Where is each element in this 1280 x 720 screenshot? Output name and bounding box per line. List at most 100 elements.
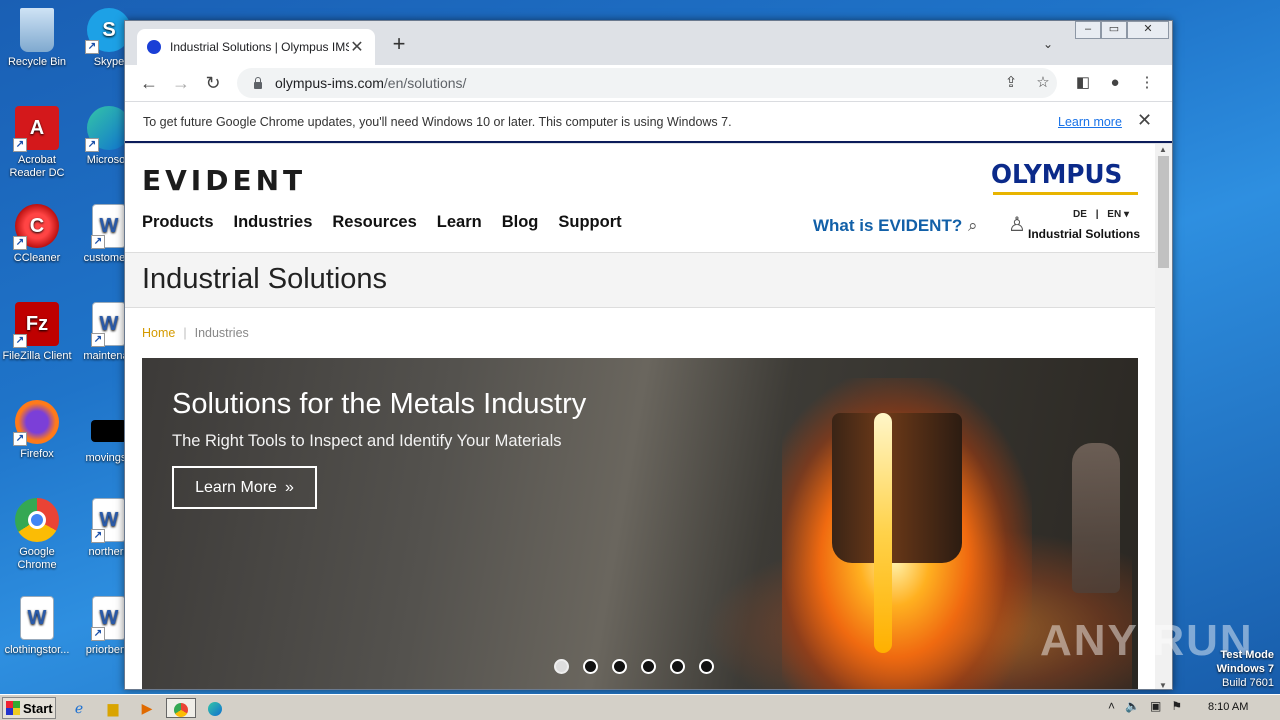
word-document-icon: W ↗ bbox=[91, 204, 126, 249]
share-icon[interactable]: ⇪ bbox=[999, 71, 1023, 95]
carousel-dot[interactable] bbox=[699, 659, 714, 674]
desktop-icon-firefox[interactable]: ↗ Firefox bbox=[0, 400, 74, 461]
taskbar: Start ℯ ▆ ▶ ˄ 🔈 ▣ ⚑ 8:10 AM bbox=[0, 694, 1280, 720]
scroll-up-icon[interactable]: ▲ bbox=[1159, 145, 1167, 154]
desktop-icon-label: clothingstor... bbox=[4, 644, 70, 656]
tab-search-icon[interactable]: ⌄ bbox=[1043, 37, 1053, 51]
scrollbar-thumb[interactable] bbox=[1158, 156, 1169, 268]
forward-arrow-icon[interactable]: → bbox=[168, 70, 194, 96]
ccleaner-icon: C ↗ bbox=[13, 204, 59, 250]
profile-icon[interactable]: ● bbox=[1103, 71, 1127, 95]
nav-products[interactable]: Products bbox=[142, 213, 214, 232]
lang-separator: | bbox=[1095, 209, 1099, 220]
nav-resources[interactable]: Resources bbox=[332, 213, 416, 232]
windows-version-line: Windows 7 bbox=[1216, 663, 1274, 675]
desktop-icon-ccleaner[interactable]: C ↗ CCleaner bbox=[0, 204, 74, 265]
breadcrumb-current: Industries bbox=[194, 326, 249, 340]
favicon-icon bbox=[147, 40, 161, 54]
desktop-icon-acrobat[interactable]: A ↗ Acrobat Reader DC bbox=[0, 106, 74, 180]
tab-strip: Industrial Solutions | Olympus IMS ✕ + ⌄… bbox=[125, 21, 1172, 65]
what-is-evident-link[interactable]: What is EVIDENT? bbox=[813, 216, 962, 236]
learn-more-link[interactable]: Learn more bbox=[1058, 115, 1122, 129]
action-center-flag-icon[interactable]: ⚑ bbox=[1171, 699, 1182, 713]
olympus-logo-underline bbox=[993, 192, 1138, 195]
start-button[interactable]: Start bbox=[2, 697, 56, 719]
nav-industries[interactable]: Industries bbox=[234, 213, 313, 232]
carousel-dot[interactable] bbox=[583, 659, 598, 674]
side-panel-icon[interactable]: ◧ bbox=[1071, 71, 1095, 95]
page-scrollbar[interactable]: ▲ ▼ bbox=[1155, 144, 1172, 689]
word-document-icon: W bbox=[20, 596, 54, 640]
double-chevron-right-icon: » bbox=[284, 478, 294, 496]
hero-learn-more-button[interactable]: Learn More » bbox=[172, 466, 317, 509]
desktop-icon-filezilla[interactable]: Fz ↗ FileZilla Client bbox=[0, 302, 74, 363]
word-document-icon: W ↗ bbox=[91, 302, 126, 347]
close-infobar-icon[interactable]: ✕ bbox=[1137, 110, 1152, 131]
taskbar-clock[interactable]: 8:10 AM bbox=[1208, 701, 1248, 713]
nav-learn[interactable]: Learn bbox=[437, 213, 482, 232]
breadcrumb-home[interactable]: Home bbox=[142, 326, 175, 340]
desktop-icon-word-doc[interactable]: W clothingstor... bbox=[0, 596, 74, 657]
tray-expand-icon[interactable]: ˄ bbox=[1108, 699, 1115, 713]
desktop-icon-label: Firefox bbox=[20, 448, 54, 460]
desktop-icon-recycle-bin[interactable]: Recycle Bin bbox=[0, 8, 74, 69]
filezilla-icon: Fz ↗ bbox=[13, 302, 59, 348]
close-tab-icon[interactable]: ✕ bbox=[349, 37, 365, 57]
explorer-taskbar-icon[interactable]: ▆ bbox=[102, 698, 124, 718]
windows-flag-icon bbox=[6, 701, 20, 715]
olympus-logo[interactable]: OLYMPUS bbox=[991, 160, 1122, 190]
lang-en[interactable]: EN bbox=[1107, 209, 1121, 220]
carousel-dot[interactable] bbox=[554, 659, 569, 674]
bookmark-star-icon[interactable]: ☆ bbox=[1031, 71, 1055, 95]
address-bar[interactable]: olympus-ims.com/en/solutions/ bbox=[237, 68, 1057, 98]
lock-icon[interactable] bbox=[253, 77, 263, 89]
language-switcher[interactable]: DE | EN ▾ bbox=[1073, 209, 1129, 220]
caret-down-icon[interactable]: ▾ bbox=[1124, 209, 1129, 220]
desktop-icon-label: Acrobat Reader DC bbox=[9, 154, 65, 179]
minimize-button[interactable]: – bbox=[1075, 21, 1101, 39]
desktop-icon-chrome[interactable]: Google Chrome bbox=[0, 498, 74, 572]
hero-subheading: The Right Tools to Inspect and Identify … bbox=[172, 432, 562, 450]
nav-support[interactable]: Support bbox=[558, 213, 621, 232]
new-tab-button[interactable]: + bbox=[387, 33, 411, 57]
lang-de[interactable]: DE bbox=[1073, 209, 1087, 220]
scroll-down-icon[interactable]: ▼ bbox=[1159, 681, 1167, 689]
hero-button-label: Learn More bbox=[195, 478, 277, 496]
desktop-icon-label: CCleaner bbox=[13, 252, 61, 264]
network-icon[interactable]: ▣ bbox=[1150, 699, 1161, 713]
desktop-icon-label: FileZilla Client bbox=[2, 350, 72, 362]
update-infobar: To get future Google Chrome updates, you… bbox=[125, 101, 1172, 143]
volume-icon[interactable]: 🔈 bbox=[1125, 699, 1140, 713]
edge-taskbar-icon[interactable] bbox=[204, 698, 226, 718]
black-file-icon bbox=[91, 420, 127, 442]
reload-icon[interactable]: ↻ bbox=[200, 70, 226, 96]
carousel-dot[interactable] bbox=[641, 659, 656, 674]
site-label: Industrial Solutions bbox=[1028, 227, 1141, 241]
restore-button[interactable]: ▭ bbox=[1101, 21, 1127, 39]
tab-industrial-solutions[interactable]: Industrial Solutions | Olympus IMS ✕ bbox=[137, 29, 375, 65]
word-document-icon: W ↗ bbox=[91, 498, 126, 543]
chrome-window: Industrial Solutions | Olympus IMS ✕ + ⌄… bbox=[124, 20, 1173, 690]
carousel-dot[interactable] bbox=[612, 659, 627, 674]
user-account-icon[interactable]: ♙ bbox=[1008, 212, 1026, 237]
close-window-button[interactable]: ✕ bbox=[1127, 21, 1169, 39]
chrome-icon bbox=[15, 498, 59, 542]
hero-ladle bbox=[832, 413, 962, 563]
nav-blog[interactable]: Blog bbox=[502, 213, 539, 232]
search-icon[interactable]: ⌕ bbox=[968, 216, 978, 236]
evident-logo[interactable]: EVIDENT bbox=[142, 164, 306, 197]
firefox-icon: ↗ bbox=[13, 400, 59, 446]
tab-title: Industrial Solutions | Olympus IMS bbox=[170, 40, 349, 54]
media-player-taskbar-icon[interactable]: ▶ bbox=[136, 698, 158, 718]
browser-toolbar: ← → ↻ olympus-ims.com/en/solutions/ ⇪ ☆ … bbox=[125, 65, 1172, 101]
acrobat-icon: A ↗ bbox=[13, 106, 59, 152]
recycle-bin-icon bbox=[20, 8, 54, 52]
web-page: EVIDENT OLYMPUS Products Industries Reso… bbox=[125, 144, 1155, 689]
chrome-taskbar-icon[interactable] bbox=[166, 698, 196, 718]
url-path: /en/solutions/ bbox=[383, 75, 467, 91]
carousel-dot[interactable] bbox=[670, 659, 685, 674]
back-arrow-icon[interactable]: ← bbox=[136, 70, 162, 96]
ie-taskbar-icon[interactable]: ℯ bbox=[68, 698, 90, 718]
menu-dots-icon[interactable]: ⋮ bbox=[1135, 71, 1159, 95]
main-nav: Products Industries Resources Learn Blog… bbox=[142, 213, 622, 232]
